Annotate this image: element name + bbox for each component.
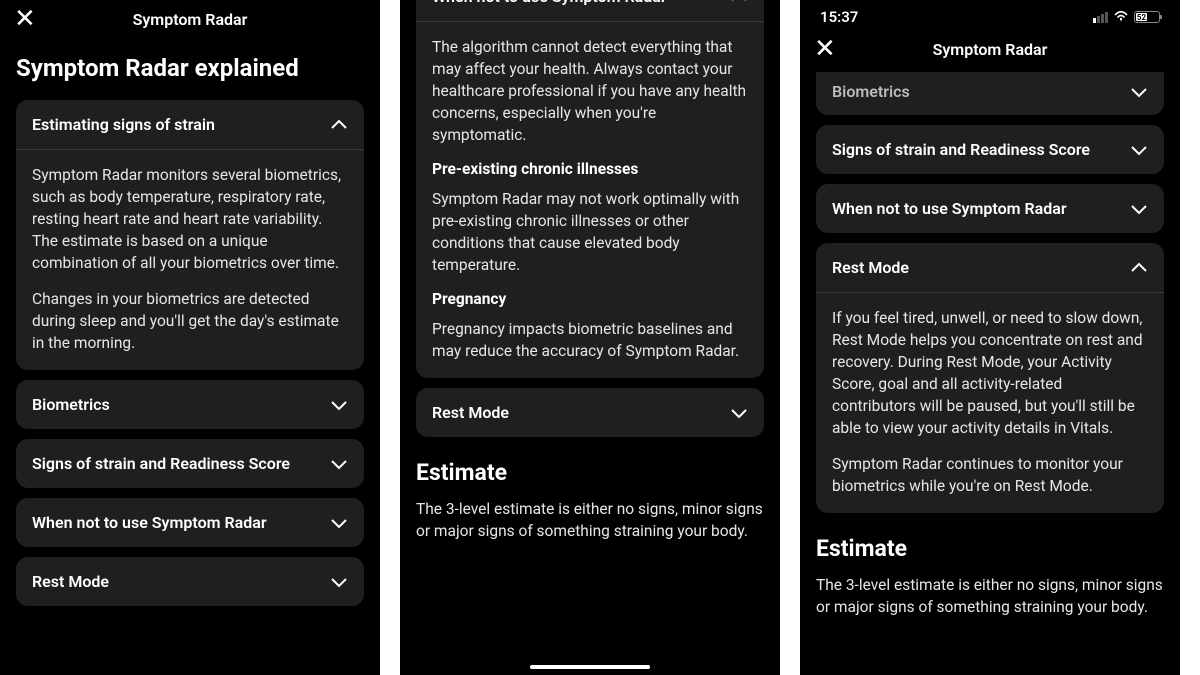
accordion-header-signs[interactable]: Signs of strain and Readiness Score (816, 125, 1164, 174)
accordion-title: Biometrics (32, 395, 110, 414)
chevron-up-icon (1130, 259, 1148, 277)
accordion-title: When not to use Symptom Radar (432, 0, 667, 6)
accordion-body: If you feel tired, unwell, or need to sl… (816, 293, 1164, 513)
sub-heading: Pregnancy (432, 290, 748, 308)
page-header: ✕ Symptom Radar (0, 0, 380, 42)
phone-screenshot-3: 15:37 52 ✕ Symptom Radar Biometrics Sign… (800, 0, 1180, 675)
accordion-when-not: When not to use Symptom Radar (816, 184, 1164, 233)
body-paragraph: The 3-level estimate is either no signs,… (816, 574, 1164, 618)
wifi-icon (1113, 9, 1129, 25)
body-paragraph: The 3-level estimate is either no signs,… (416, 498, 764, 542)
status-bar: 15:37 52 (800, 0, 1180, 30)
accordion-header-when-not[interactable]: When not to use Symptom Radar (416, 0, 764, 22)
phone-screenshot-2: When not to use Symptom Radar The algori… (400, 0, 780, 675)
accordion-title: Rest Mode (832, 258, 909, 277)
accordion-title: Biometrics (832, 82, 910, 101)
accordion-signs-readiness: Signs of strain and Readiness Score (816, 125, 1164, 174)
accordion-title: When not to use Symptom Radar (32, 513, 267, 532)
phone-screenshot-1: ✕ Symptom Radar Symptom Radar explained … (0, 0, 380, 675)
chevron-down-icon (330, 573, 348, 591)
chevron-down-icon (730, 404, 748, 422)
accordion-header-signs[interactable]: Signs of strain and Readiness Score (16, 439, 364, 488)
accordion-body: Symptom Radar monitors several biometric… (16, 150, 364, 370)
accordion-title: Signs of strain and Readiness Score (32, 454, 290, 473)
accordion-biometrics: Biometrics (16, 380, 364, 429)
page-title: Symptom Radar (0, 10, 380, 29)
accordion-signs-readiness: Signs of strain and Readiness Score (16, 439, 364, 488)
accordion-title: When not to use Symptom Radar (832, 199, 1067, 218)
accordion-body: The algorithm cannot detect everything t… (416, 22, 764, 378)
chevron-down-icon (330, 455, 348, 473)
main-heading: Symptom Radar explained (16, 54, 364, 82)
page-title: Symptom Radar (800, 40, 1180, 59)
cellular-signal-icon (1093, 12, 1108, 23)
accordion-rest-mode: Rest Mode (16, 557, 364, 606)
chevron-down-icon (1130, 200, 1148, 218)
accordion-header-rest-mode[interactable]: Rest Mode (416, 388, 764, 437)
chevron-down-icon (330, 514, 348, 532)
body-paragraph: Pregnancy impacts biometric baselines an… (432, 318, 748, 362)
chevron-down-icon (1130, 141, 1148, 159)
body-paragraph: Symptom Radar monitors several biometric… (32, 164, 348, 274)
body-paragraph: Symptom Radar continues to monitor your … (832, 453, 1148, 497)
accordion-title: Rest Mode (32, 572, 109, 591)
status-time: 15:37 (820, 8, 858, 26)
chevron-up-icon (330, 116, 348, 134)
body-paragraph: The algorithm cannot detect everything t… (432, 36, 748, 146)
accordion-biometrics[interactable]: Biometrics (816, 72, 1164, 115)
chevron-down-icon (330, 396, 348, 414)
body-paragraph: Changes in your biometrics are detected … (32, 288, 348, 354)
accordion-header-rest-mode[interactable]: Rest Mode (16, 557, 364, 606)
status-right: 52 (1093, 9, 1160, 25)
battery-icon: 52 (1134, 11, 1160, 23)
accordion-header-when-not[interactable]: When not to use Symptom Radar (16, 498, 364, 547)
body-paragraph: Symptom Radar may not work optimally wit… (432, 188, 748, 276)
accordion-when-not: When not to use Symptom Radar (16, 498, 364, 547)
body-paragraph: If you feel tired, unwell, or need to sl… (832, 307, 1148, 439)
home-indicator[interactable] (530, 665, 650, 669)
battery-level: 52 (1136, 13, 1147, 21)
accordion-rest-mode: Rest Mode If you feel tired, unwell, or … (816, 243, 1164, 513)
accordion-header-estimating[interactable]: Estimating signs of strain (16, 100, 364, 150)
close-icon[interactable]: ✕ (814, 36, 836, 62)
section-heading-estimate: Estimate (816, 535, 1164, 562)
sub-heading: Pre-existing chronic illnesses (432, 160, 748, 178)
close-icon[interactable]: ✕ (14, 6, 36, 32)
accordion-when-not: When not to use Symptom Radar The algori… (416, 0, 764, 378)
accordion-header-biometrics[interactable]: Biometrics (16, 380, 364, 429)
page-header: ✕ Symptom Radar (800, 30, 1180, 72)
accordion-rest-mode: Rest Mode (416, 388, 764, 437)
chevron-down-icon (1130, 83, 1148, 101)
accordion-header-when-not[interactable]: When not to use Symptom Radar (816, 184, 1164, 233)
accordion-header-rest-mode[interactable]: Rest Mode (816, 243, 1164, 293)
accordion-title: Rest Mode (432, 403, 509, 422)
accordion-estimating-signs: Estimating signs of strain Symptom Radar… (16, 100, 364, 370)
chevron-up-icon (730, 0, 748, 6)
accordion-title: Signs of strain and Readiness Score (832, 140, 1090, 159)
accordion-title: Estimating signs of strain (32, 115, 215, 134)
section-heading-estimate: Estimate (416, 459, 764, 486)
